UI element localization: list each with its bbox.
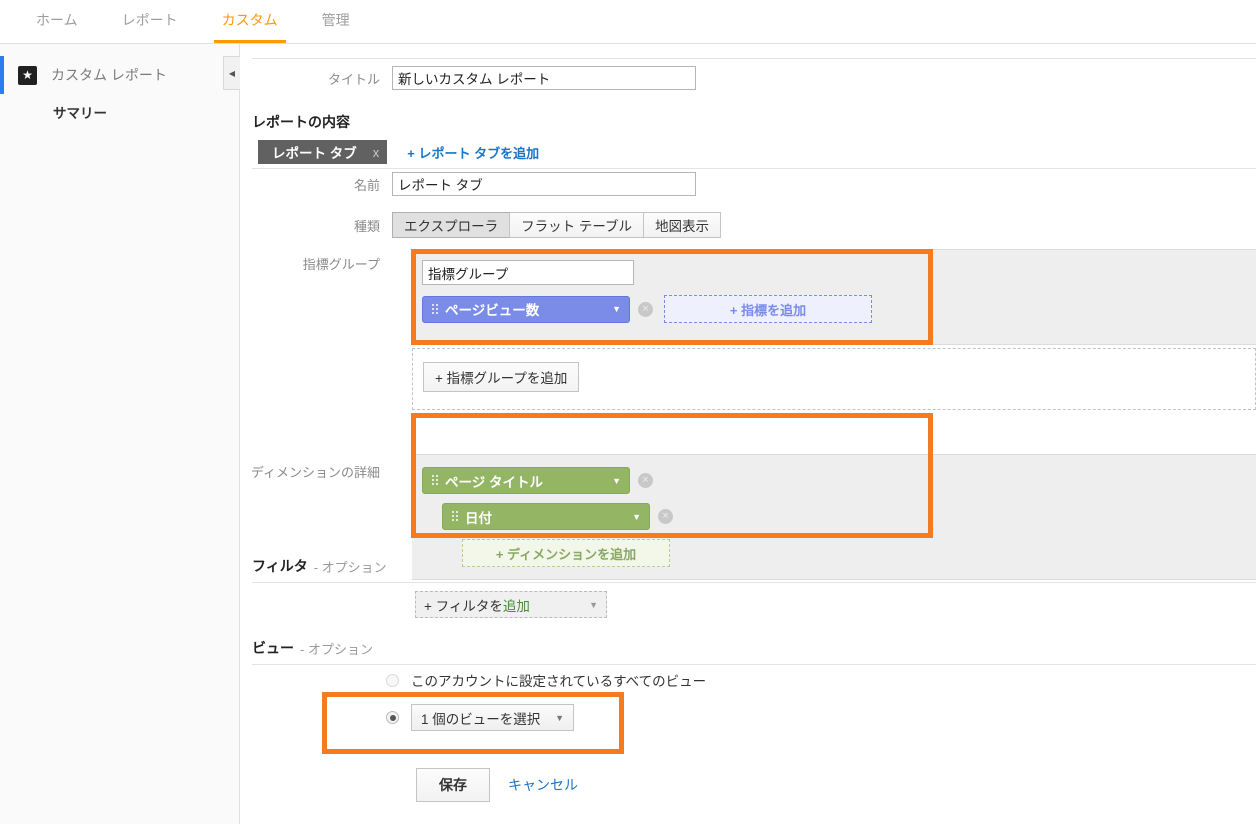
drag-handle-icon[interactable] — [431, 474, 438, 487]
radio-select-one-view[interactable] — [386, 711, 399, 724]
star-icon: ★ — [18, 65, 37, 85]
add-filter-dropdown[interactable]: + フィルタを 追加 ▼ — [415, 591, 607, 618]
view-heading-row: ビュー - オプション — [252, 638, 373, 658]
remove-dimension-button[interactable]: × — [638, 473, 653, 488]
remove-metric-button[interactable]: × — [638, 301, 653, 317]
nav-item-custom[interactable]: カスタム — [200, 0, 300, 43]
save-button[interactable]: 保存 — [416, 768, 490, 802]
dimension-row-1: ページ タイトル ▼ × — [422, 467, 653, 494]
view-option-one-row[interactable]: 1 個のビューを選択 ▼ — [386, 704, 574, 731]
view-option-all-label: このアカウントに設定されているすべてのビュー — [411, 674, 707, 689]
report-tab-chip[interactable]: レポート タブ x — [258, 140, 388, 164]
metric-row: ページビュー数 ▼ × + 指標を追加 — [422, 295, 872, 323]
type-option-label: 地図表示 — [655, 219, 710, 234]
name-row: 名前 — [240, 172, 696, 196]
top-divider — [252, 58, 1256, 59]
chevron-down-icon[interactable]: ▼ — [555, 713, 564, 723]
add-report-tab-link[interactable]: + レポート タブを追加 — [407, 143, 539, 162]
report-tab-label: レポート タブ — [272, 146, 357, 161]
add-dimension-button[interactable]: + ディメンションを追加 — [462, 539, 670, 567]
add-filter-label-action: 追加 — [502, 598, 530, 614]
view-optional-label: - オプション — [300, 641, 373, 657]
cancel-button[interactable]: キャンセル — [508, 775, 578, 795]
report-content-heading: レポートの内容 — [252, 114, 350, 130]
chevron-down-icon[interactable]: ▼ — [612, 476, 621, 486]
sidebar-collapse-button[interactable]: ◀ — [223, 56, 240, 90]
sidebar-item-custom-reports[interactable]: ★ カスタム レポート — [0, 56, 239, 94]
top-navigation: ホーム レポート カスタム 管理 — [0, 0, 1256, 44]
nav-item-label: カスタム — [221, 12, 278, 28]
view-heading: ビュー — [252, 640, 294, 656]
type-option-flat-table[interactable]: フラット テーブル — [509, 212, 645, 238]
view-select-dropdown[interactable]: 1 個のビューを選択 ▼ — [411, 704, 574, 731]
view-option-all-row[interactable]: このアカウントに設定されているすべてのビュー — [386, 670, 706, 690]
close-icon[interactable]: x — [373, 145, 380, 160]
tabs-divider — [252, 168, 1256, 169]
filter-divider — [252, 582, 1256, 583]
type-option-map-overlay[interactable]: 地図表示 — [643, 212, 722, 238]
type-row: 種類 エクスプローラ フラット テーブル 地図表示 — [240, 212, 722, 238]
metric-pill-label: ページビュー数 — [445, 303, 540, 318]
dimension-row-2: 日付 ▼ × — [442, 503, 673, 530]
chevron-down-icon[interactable]: ▼ — [632, 512, 641, 522]
name-input[interactable] — [392, 172, 696, 196]
dimension-pill-label: 日付 — [465, 510, 492, 526]
name-label: 名前 — [353, 177, 380, 193]
filter-heading: フィルタ — [252, 558, 308, 574]
sidebar: ★ カスタム レポート サマリー ◀ — [0, 44, 240, 824]
sidebar-item-label: サマリー — [53, 106, 107, 121]
drag-handle-icon[interactable] — [431, 302, 438, 316]
form-actions: 保存 キャンセル — [416, 768, 578, 802]
report-editor: タイトル レポートの内容 レポート タブ x + レポート タブを追加 名前 種… — [240, 44, 1256, 824]
metric-pill-pageviews[interactable]: ページビュー数 ▼ — [422, 295, 630, 323]
type-option-label: フラット テーブル — [521, 219, 633, 234]
filter-optional-label: - オプション — [313, 559, 387, 575]
dimension-label: ディメンションの詳細 — [250, 465, 380, 480]
drag-handle-icon[interactable] — [451, 510, 458, 523]
metric-group-name-input[interactable] — [422, 260, 634, 285]
dimension-pill-page-title[interactable]: ページ タイトル ▼ — [422, 467, 630, 494]
view-divider — [252, 664, 1256, 665]
nav-item-label: レポート — [121, 12, 178, 28]
dimension-pill-label: ページ タイトル — [445, 474, 543, 490]
nav-item-admin[interactable]: 管理 — [300, 0, 372, 43]
nav-item-label: ホーム — [36, 12, 78, 28]
title-input[interactable] — [392, 66, 696, 90]
add-metric-group-button[interactable]: + 指標グループを追加 — [423, 362, 580, 392]
type-option-label: エクスプローラ — [404, 219, 499, 234]
chevron-left-icon: ◀ — [228, 68, 236, 78]
radio-all-views[interactable] — [386, 673, 399, 687]
type-option-explorer[interactable]: エクスプローラ — [392, 212, 511, 238]
add-filter-label-prefix: + フィルタを — [424, 598, 503, 614]
chevron-down-icon[interactable]: ▼ — [612, 304, 621, 314]
metric-group-label: 指標グループ — [302, 257, 380, 272]
type-segmented-control: エクスプローラ フラット テーブル 地図表示 — [392, 212, 722, 238]
sidebar-header-label: カスタム レポート — [51, 67, 167, 83]
title-label: タイトル — [327, 71, 380, 87]
nav-item-label: 管理 — [321, 12, 350, 28]
view-select-value: 1 個のビューを選択 — [421, 711, 541, 727]
type-label: 種類 — [353, 218, 380, 234]
report-tabs-row: レポート タブ x + レポート タブを追加 — [258, 140, 539, 164]
filter-heading-row: フィルタ - オプション — [252, 556, 387, 576]
remove-dimension-button[interactable]: × — [658, 509, 673, 524]
nav-item-reports[interactable]: レポート — [100, 0, 200, 43]
title-row: タイトル — [240, 66, 696, 90]
nav-item-home[interactable]: ホーム — [14, 0, 100, 43]
sidebar-item-summary[interactable]: サマリー — [0, 102, 239, 122]
google-analytics-custom-report-page: ホーム レポート カスタム 管理 ★ カスタム レポート サマリー ◀ タイトル… — [0, 0, 1256, 824]
chevron-down-icon[interactable]: ▼ — [589, 600, 598, 610]
dimension-pill-date[interactable]: 日付 ▼ — [442, 503, 650, 530]
add-metric-button[interactable]: + 指標を追加 — [664, 295, 872, 323]
